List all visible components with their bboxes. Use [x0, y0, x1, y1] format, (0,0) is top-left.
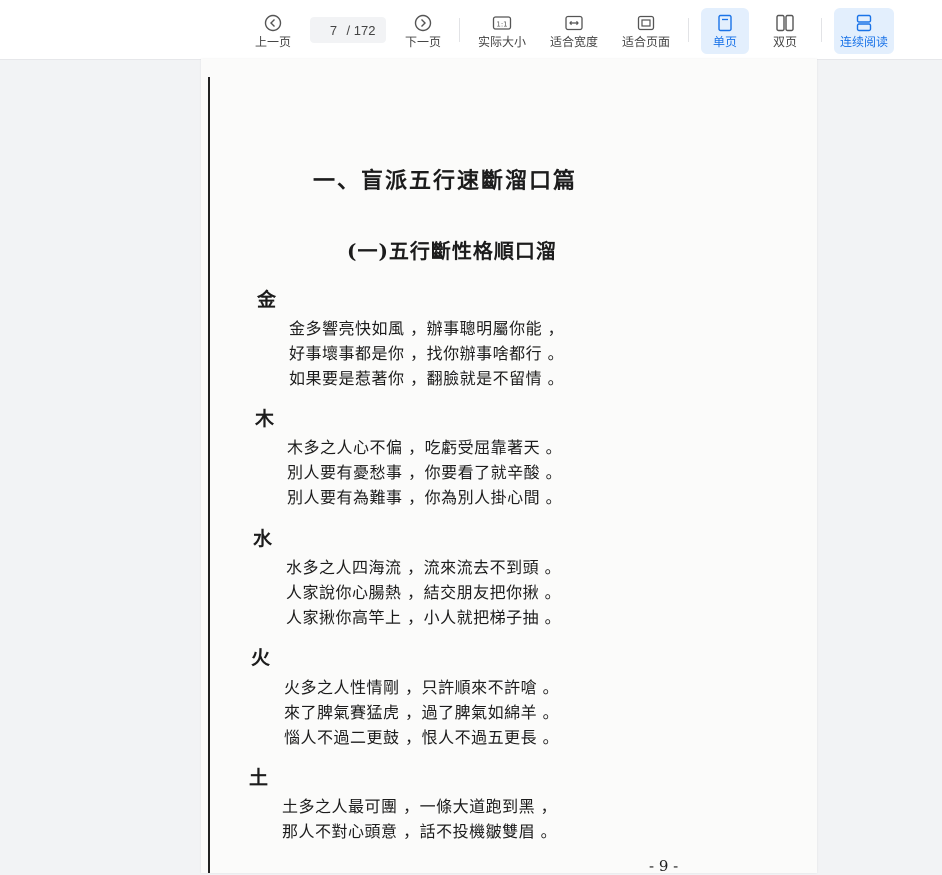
next-page-button[interactable]: 下一页 [400, 8, 446, 54]
double-page-button[interactable]: 双页 [762, 8, 808, 54]
section-heading-wood: 木 [255, 408, 275, 430]
toolbar-divider [688, 18, 689, 42]
total-pages-label: / 172 [346, 22, 376, 38]
verse-line: 來了脾氣賽猛虎 ，過了脾氣如綿羊 。 [284, 703, 560, 722]
svg-text:1:1: 1:1 [496, 21, 507, 29]
prev-page-label: 上一页 [254, 35, 291, 49]
verse-line: 火多之人性情剛 ，只許順來不許嗆 。 [284, 678, 560, 697]
page-number-input[interactable] [320, 22, 347, 38]
verse-line: 人家揪你高竿上 ，小人就把梯子抽 。 [286, 608, 562, 627]
verse-line: 好事壞事都是你 ，找你辦事啥都行 。 [289, 344, 565, 363]
continuous-reading-icon [854, 13, 874, 33]
prev-page-button[interactable]: 上一页 [250, 8, 296, 54]
section-heading-metal: 金 [257, 289, 277, 311]
chevron-left-circle-icon [263, 13, 283, 33]
single-page-icon [715, 13, 735, 33]
fit-width-label: 适合宽度 [549, 35, 598, 49]
fit-page-icon [636, 13, 656, 33]
actual-size-label: 实际大小 [477, 35, 526, 49]
continuous-reading-button[interactable]: 连续阅读 [834, 8, 894, 54]
verse-line: 土多之人最可團 ，一條大道跑到黑 ， [282, 797, 558, 816]
actual-size-button[interactable]: 1:1 实际大小 [474, 8, 530, 54]
fit-width-button[interactable]: 适合宽度 [546, 8, 602, 54]
fit-page-label: 适合页面 [621, 35, 670, 49]
section-heading-fire: 火 [251, 647, 271, 669]
page-number: - 9 - [649, 857, 679, 875]
double-page-label: 双页 [772, 35, 797, 49]
toolbar-divider [459, 18, 460, 42]
page-indicator: / 172 [310, 17, 386, 43]
toolbar-divider [821, 18, 822, 42]
double-page-icon [775, 13, 795, 33]
verse-line: 金多響亮快如風 ，辦事聰明屬你能 ， [289, 319, 565, 338]
next-page-label: 下一页 [404, 35, 441, 49]
verse-line: 惱人不過二更鼓 ，恨人不過五更長 。 [284, 728, 560, 747]
verse-line: 人家說你心腸熱 ，結交朋友把你揪 。 [286, 583, 562, 602]
section-subtitle: (一)五行斷性格順口溜 [347, 239, 557, 263]
single-page-button[interactable]: 单页 [701, 8, 749, 54]
verse-line: 如果要是惹著你 ，翻臉就是不留情 。 [289, 369, 565, 388]
section-heading-water: 水 [253, 528, 273, 550]
verse-line: 水多之人四海流 ，流來流去不到頭 。 [286, 558, 562, 577]
section-heading-earth: 土 [249, 767, 269, 789]
actual-size-icon: 1:1 [492, 13, 512, 33]
single-page-label: 单页 [712, 35, 737, 49]
continuous-reading-label: 连续阅读 [839, 35, 888, 49]
fit-page-button[interactable]: 适合页面 [618, 8, 674, 54]
scan-margin-line [208, 77, 210, 873]
verse-line: 別人要有為難事 ，你為別人掛心間 。 [287, 488, 563, 507]
document-page: 一、盲派五行速斷溜口篇 (一)五行斷性格順口溜 金 金多響亮快如風 ，辦事聰明屬… [201, 59, 817, 875]
verse-line: 木多之人心不偏 ，吃虧受屈靠著天 。 [287, 438, 563, 457]
chapter-title: 一、盲派五行速斷溜口篇 [313, 168, 578, 194]
fit-width-icon [564, 13, 584, 33]
verse-line: 別人要有憂愁事 ，你要看了就辛酸 。 [287, 463, 563, 482]
chevron-right-circle-icon [413, 13, 433, 33]
viewer-toolbar: 上一页 / 172 下一页 1:1 实际大小 适合宽度 适合页面 单页 [0, 0, 942, 60]
verse-line: 那人不對心頭意 ，話不投機皺雙眉 。 [282, 822, 558, 841]
